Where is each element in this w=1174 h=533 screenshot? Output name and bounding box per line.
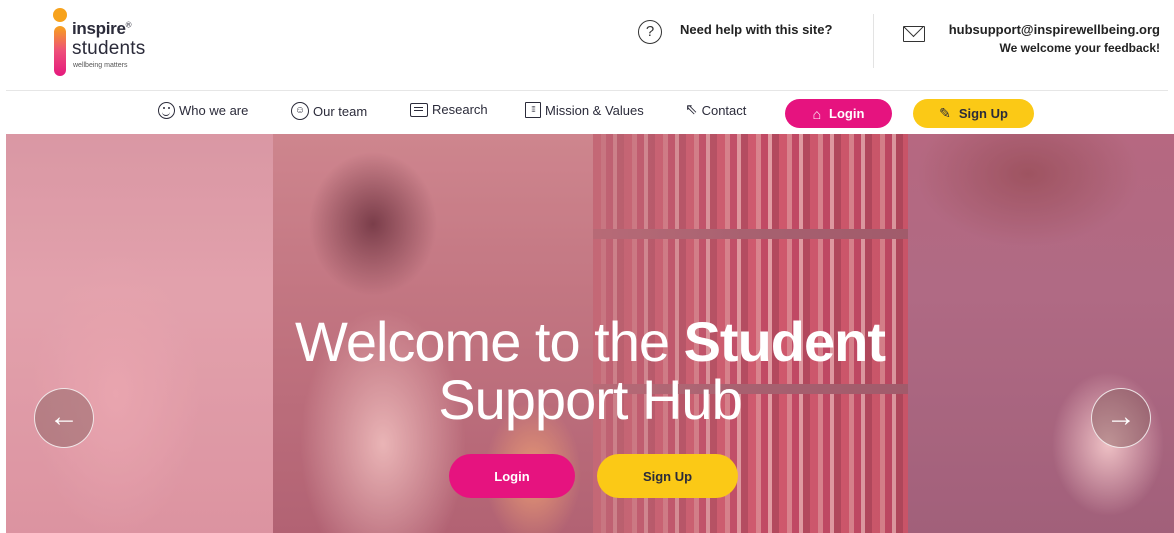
login-icon: ⌂ [812,105,822,122]
hero-title-line2: Support Hub [438,368,742,431]
nav-item-label: Our team [313,103,368,119]
header-divider [873,14,874,68]
nav-item-label: Contact [701,102,747,118]
feedback-text: We welcome your feedback! [999,41,1161,55]
support-email-link[interactable]: hubsupport@inspirewellbeing.org [949,22,1160,37]
envelope-icon [903,26,925,42]
nav-item-label: Research [432,102,488,117]
arrow-left-icon: ← [49,400,79,433]
nav-item-research[interactable]: Research [410,102,488,117]
cursor-click-icon: ⇖ [685,101,698,118]
nav-item-label: Mission & Values [545,102,644,118]
nav-item-label: Who we are [179,103,249,118]
nav-item-contact[interactable]: ⇖ Contact [685,102,746,118]
hero-login-button[interactable]: Login [449,454,575,498]
contact-info: hubsupport@inspirewellbeing.org We welco… [949,22,1160,55]
main-nav: Who we are ☺ Our team Research ⁞⁞⁞ Missi… [0,98,1174,128]
nav-login-label: Login [829,106,865,121]
logo-dot [53,8,67,22]
signup-icon: ✎ [939,105,951,121]
grid-icon: ⁞⁞⁞ [525,102,541,118]
arrow-right-icon: → [1106,400,1136,433]
carousel-prev-button[interactable]: ← [34,388,94,448]
logo-brand-bottom: students [72,38,146,59]
nav-item-our-team[interactable]: ☺ Our team [291,102,367,120]
hero-title-line1: Welcome to the Student [294,310,886,373]
document-icon [410,102,428,117]
site-header: inspire® students wellbeing matters ? Ne… [0,0,1174,90]
team-icon: ☺ [291,102,309,120]
nav-login-button[interactable]: ⌂ Login [785,99,892,128]
hero-banner: Welcome to the Student Support Hub ← → L… [6,134,1174,533]
hero-signup-button[interactable]: Sign Up [597,454,738,498]
nav-item-mission-values[interactable]: ⁞⁞⁞ Mission & Values [525,102,644,118]
nav-item-who-we-are[interactable]: Who we are [158,102,248,119]
smiley-icon [158,102,175,119]
header-separator [6,90,1168,91]
question-circle-icon: ? [638,20,662,44]
logo-bar [54,26,66,76]
help-link[interactable]: ? Need help with this site? [638,20,832,44]
logo-brand-top: inspire® [72,19,132,38]
help-text: Need help with this site? [680,22,833,37]
carousel-next-button[interactable]: → [1091,388,1151,448]
logo-tagline: wellbeing matters [73,62,128,69]
hero-title: Welcome to the Student Support Hub [6,314,1174,428]
nav-signup-label: Sign Up [958,106,1008,121]
inspire-students-logo[interactable]: inspire® students wellbeing matters [50,8,180,78]
nav-signup-button[interactable]: ✎ Sign Up [913,99,1034,128]
